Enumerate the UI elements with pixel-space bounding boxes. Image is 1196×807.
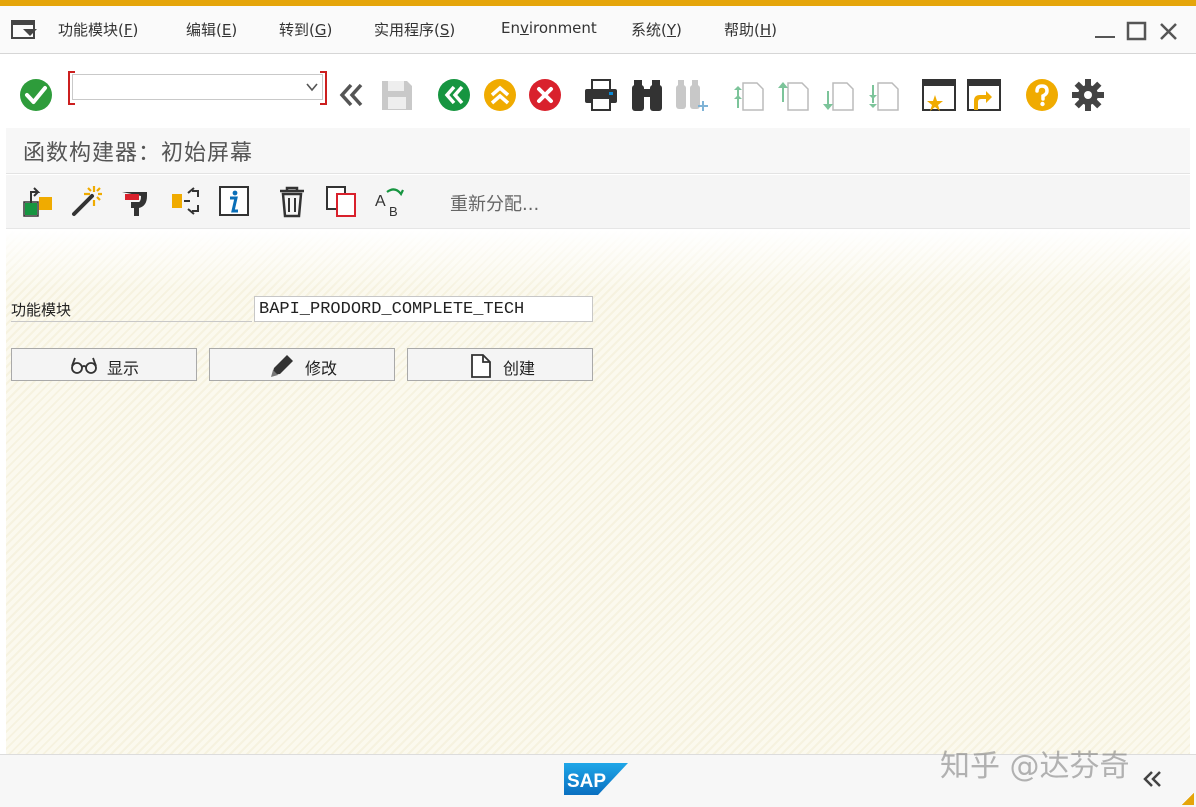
exit-icon[interactable] xyxy=(482,77,518,113)
create-button[interactable]: 创建 xyxy=(407,348,593,381)
help-icon[interactable] xyxy=(1024,77,1060,113)
find-next-icon[interactable] xyxy=(674,77,710,113)
expand-icon[interactable] xyxy=(333,77,369,113)
content-area: 功能模块 显示 修改 创建 xyxy=(6,230,1190,754)
other-object-icon[interactable] xyxy=(21,184,55,218)
glasses-icon xyxy=(71,354,97,376)
title-bar: 函数构建器：初始屏幕 xyxy=(6,128,1190,174)
dropdown-icon[interactable] xyxy=(305,80,319,94)
cancel-icon[interactable] xyxy=(527,77,563,113)
document-icon xyxy=(469,354,493,378)
next-page-icon[interactable] xyxy=(821,77,857,113)
menu-help[interactable]: 帮助(H) xyxy=(724,19,777,40)
previous-page-icon[interactable] xyxy=(776,77,812,113)
collapse-icon[interactable] xyxy=(1140,767,1164,791)
wizard-icon[interactable] xyxy=(70,184,104,218)
menu-system[interactable]: 系统(Y) xyxy=(631,19,682,40)
svg-text:A: A xyxy=(375,193,386,210)
svg-text:B: B xyxy=(389,204,398,218)
display-button[interactable]: 显示 xyxy=(11,348,197,381)
settings-icon[interactable] xyxy=(1070,77,1106,113)
change-button-label: 修改 xyxy=(305,359,338,378)
copy-icon[interactable] xyxy=(324,184,358,218)
watermark: 知乎 @达芬奇 xyxy=(940,749,1130,784)
find-icon[interactable] xyxy=(629,77,665,113)
page-title: 函数构建器：初始屏幕 xyxy=(23,141,254,166)
command-field[interactable] xyxy=(72,74,323,100)
pencil-icon xyxy=(269,354,293,377)
enter-icon[interactable] xyxy=(18,77,54,113)
menu-environment[interactable]: Environment xyxy=(501,19,597,37)
back-icon[interactable] xyxy=(436,77,472,113)
menu-bar: 功能模块(F) 编辑(E) 转到(G) 实用程序(S) Environment … xyxy=(0,6,1196,54)
command-field-box xyxy=(68,71,327,105)
last-page-icon[interactable] xyxy=(866,77,902,113)
application-toolbar: AB 重新分配... xyxy=(6,175,1190,229)
save-icon[interactable] xyxy=(379,77,415,113)
maximize-icon[interactable] xyxy=(1126,20,1148,42)
standard-toolbar xyxy=(0,55,1196,127)
first-page-icon[interactable] xyxy=(731,77,767,113)
delete-icon[interactable] xyxy=(275,184,309,218)
shortcut-icon[interactable] xyxy=(966,77,1002,113)
menu-goto[interactable]: 转到(G) xyxy=(279,19,332,40)
print-icon[interactable] xyxy=(583,77,619,113)
menu-edit[interactable]: 编辑(E) xyxy=(186,19,237,40)
resize-grip[interactable] xyxy=(1182,793,1194,805)
create-button-label: 创建 xyxy=(503,359,536,378)
reassign-button[interactable]: 重新分配... xyxy=(450,190,539,216)
where-used-list-icon[interactable] xyxy=(168,184,202,218)
change-button[interactable]: 修改 xyxy=(209,348,395,381)
new-session-icon[interactable] xyxy=(921,77,957,113)
menu-icon[interactable] xyxy=(11,20,39,40)
svg-text:SAP: SAP xyxy=(567,771,606,792)
display-button-label: 显示 xyxy=(107,359,140,378)
minimize-icon[interactable] xyxy=(1094,20,1116,42)
function-module-label: 功能模块 xyxy=(11,297,252,322)
sap-logo: SAP xyxy=(564,763,628,795)
function-module-input[interactable] xyxy=(254,296,593,322)
where-used-icon[interactable] xyxy=(119,184,153,218)
menu-function-module[interactable]: 功能模块(F) xyxy=(58,19,138,40)
close-icon[interactable] xyxy=(1158,20,1180,42)
menu-utilities[interactable]: 实用程序(S) xyxy=(374,19,455,40)
status-bar: SAP 知乎 @达芬奇 xyxy=(0,749,1196,807)
info-icon[interactable] xyxy=(217,184,251,218)
rename-icon[interactable]: AB xyxy=(373,184,407,218)
